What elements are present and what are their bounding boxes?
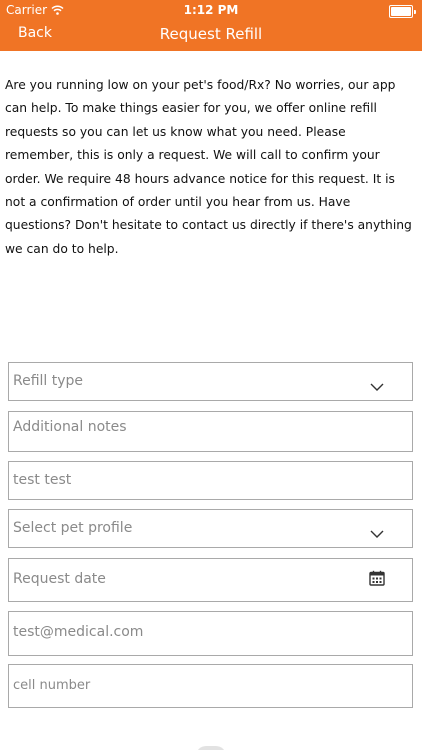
cell-number-placeholder: cell number xyxy=(13,678,91,693)
name-value: test test xyxy=(13,472,72,488)
chevron-down-icon xyxy=(370,524,384,543)
page-title: Request Refill xyxy=(159,25,263,43)
additional-notes-field[interactable]: Additional notes xyxy=(8,411,413,452)
cell-number-field[interactable]: cell number xyxy=(8,664,413,708)
email-field[interactable]: test@medical.com xyxy=(8,611,413,656)
refill-type-select[interactable]: Refill type xyxy=(8,362,413,401)
intro-text: Are you running low on your pet's food/R… xyxy=(5,78,412,256)
email-value: test@medical.com xyxy=(13,624,144,640)
request-refill-screen: Carrier 1:12 PM Back Request Refill Are … xyxy=(0,0,422,750)
notes-placeholder: Additional notes xyxy=(13,419,127,435)
status-bar: Carrier 1:12 PM xyxy=(0,0,422,20)
pet-profile-placeholder: Select pet profile xyxy=(13,520,133,536)
chevron-down-icon xyxy=(370,377,384,396)
status-time: 1:12 PM xyxy=(183,3,239,17)
request-date-field[interactable]: Request date xyxy=(8,558,413,602)
navigation-header: Carrier 1:12 PM Back Request Refill xyxy=(0,0,422,51)
name-field[interactable]: test test xyxy=(8,461,413,500)
submit-button-edge[interactable] xyxy=(196,746,226,750)
battery-icon xyxy=(389,5,416,18)
pet-profile-select[interactable]: Select pet profile xyxy=(8,509,413,548)
calendar-icon[interactable] xyxy=(369,570,385,590)
refill-type-placeholder: Refill type xyxy=(13,373,84,389)
request-date-placeholder: Request date xyxy=(13,571,106,587)
